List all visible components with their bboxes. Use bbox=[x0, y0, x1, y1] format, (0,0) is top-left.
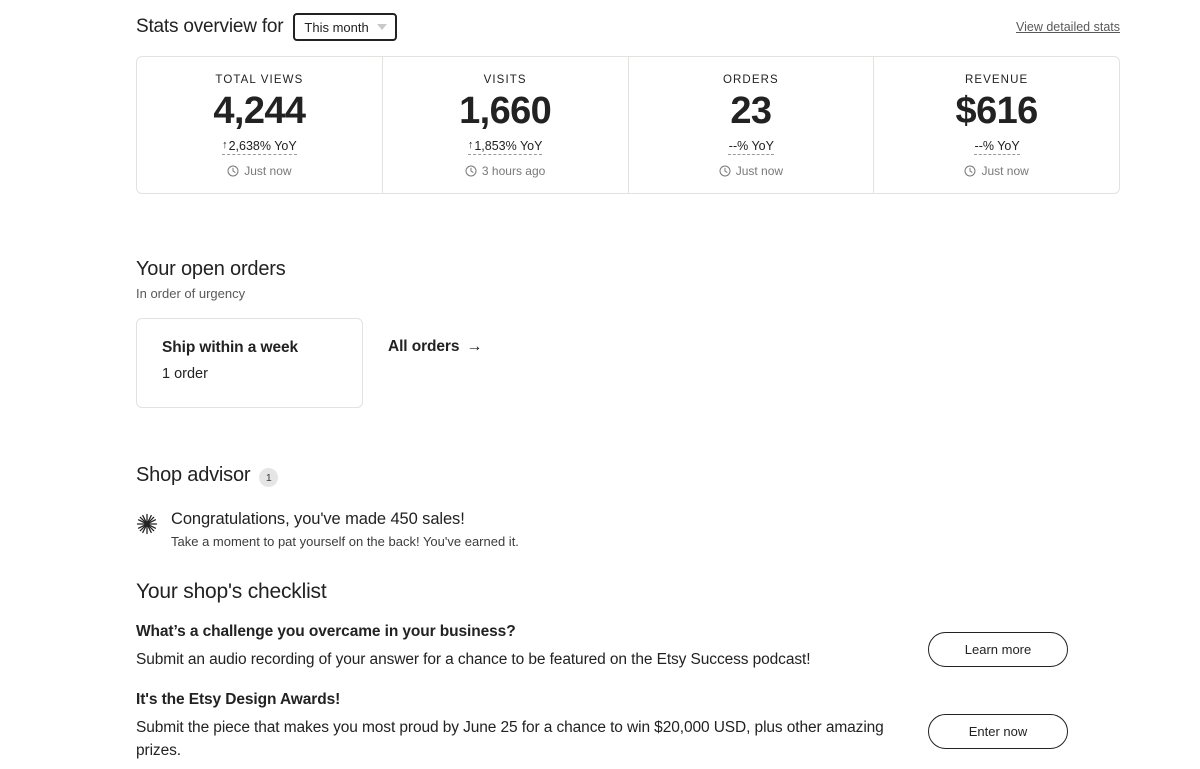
checklist-item-podcast: What’s a challenge you overcame in your … bbox=[136, 623, 916, 672]
shop-advisor-text-group: Congratulations, you've made 450 sales! … bbox=[171, 510, 519, 549]
checklist-item-body: Submit an audio recording of your answer… bbox=[136, 651, 811, 668]
learn-more-button[interactable]: Learn more bbox=[928, 632, 1068, 667]
stat-updated-text: Just now bbox=[981, 163, 1029, 178]
stat-label: VISITS bbox=[483, 74, 527, 86]
stat-updated-text: Just now bbox=[244, 163, 292, 178]
stat-value: 23 bbox=[730, 90, 772, 132]
stat-yoy-text: --% YoY bbox=[974, 138, 1020, 153]
stat-updated: Just now bbox=[719, 164, 783, 178]
stat-label: ORDERS bbox=[722, 74, 779, 86]
all-orders-label: All orders bbox=[388, 338, 460, 355]
all-orders-link[interactable]: All orders → bbox=[388, 338, 482, 356]
arrow-up-icon: ↑ bbox=[467, 138, 474, 151]
clock-icon bbox=[719, 165, 731, 177]
stat-updated: 3 hours ago bbox=[465, 164, 545, 178]
clock-icon bbox=[227, 165, 239, 177]
page-title: Stats overview for bbox=[136, 16, 284, 37]
clock-icon bbox=[964, 165, 976, 177]
stat-yoy[interactable]: --% YoY bbox=[727, 138, 774, 155]
stat-updated: Just now bbox=[964, 163, 1029, 178]
stat-updated-text: Just now bbox=[735, 163, 784, 178]
period-select-value: This month bbox=[304, 19, 369, 35]
stat-value: 1,660 bbox=[459, 90, 552, 132]
stat-card-orders: ORDERS 23 --% YoY Just now bbox=[629, 57, 875, 193]
open-orders-subtitle: In order of urgency bbox=[136, 286, 246, 301]
checklist-item-heading: It's the Etsy Design Awards! bbox=[136, 691, 341, 708]
stat-value: $616 bbox=[955, 90, 1039, 132]
chevron-down-icon bbox=[376, 24, 387, 30]
stat-yoy[interactable]: ↑ 2,638% YoY bbox=[222, 139, 297, 155]
open-orders-title: Your open orders bbox=[136, 258, 286, 280]
stats-overview-header: Stats overview for This month View detai… bbox=[136, 10, 1120, 44]
shop-advisor-subtext: Take a moment to pat yourself on the bac… bbox=[171, 534, 519, 549]
stat-card-revenue: REVENUE $616 --% YoY Just now bbox=[874, 57, 1119, 193]
open-order-card-count: 1 order bbox=[162, 366, 208, 382]
stat-card-visits: VISITS 1,660 ↑ 1,853% YoY 3 hours ago bbox=[383, 57, 629, 193]
stat-yoy-text: --% YoY bbox=[728, 138, 774, 153]
sparkle-icon bbox=[136, 513, 158, 535]
stat-yoy[interactable]: ↑ 1,853% YoY bbox=[467, 138, 543, 155]
shop-advisor-item[interactable]: Congratulations, you've made 450 sales! … bbox=[136, 510, 519, 549]
stats-cards-container: TOTAL VIEWS 4,244 ↑ 2,638% YoY Just now … bbox=[136, 56, 1120, 194]
stat-yoy-text: 2,638% YoY bbox=[228, 138, 297, 153]
stat-updated-text: 3 hours ago bbox=[481, 163, 546, 178]
stat-label: REVENUE bbox=[964, 74, 1029, 86]
view-detailed-stats-link[interactable]: View detailed stats bbox=[1016, 20, 1120, 34]
period-select[interactable]: This month bbox=[293, 13, 397, 41]
shop-advisor-headline: Congratulations, you've made 450 sales! bbox=[171, 510, 465, 528]
checklist-item-body: Submit the piece that makes you most pro… bbox=[136, 719, 884, 759]
stats-overview-title-group: Stats overview for This month bbox=[136, 13, 397, 41]
open-order-card[interactable]: Ship within a week 1 order bbox=[136, 318, 363, 408]
shop-advisor-badge: 1 bbox=[259, 468, 279, 487]
shop-advisor-header: Shop advisor 1 bbox=[136, 464, 279, 487]
checklist-item-design-awards: It's the Etsy Design Awards! Submit the … bbox=[136, 691, 896, 763]
open-order-card-title: Ship within a week bbox=[162, 339, 299, 356]
stat-card-total-views: TOTAL VIEWS 4,244 ↑ 2,638% YoY Just now bbox=[137, 57, 383, 193]
stat-yoy-text: 1,853% YoY bbox=[474, 138, 543, 153]
stat-value: 4,244 bbox=[213, 90, 306, 132]
clock-icon bbox=[465, 165, 477, 177]
enter-now-button[interactable]: Enter now bbox=[928, 714, 1068, 749]
stat-label: TOTAL VIEWS bbox=[215, 74, 304, 86]
checklist-item-heading: What’s a challenge you overcame in your … bbox=[136, 623, 516, 640]
arrow-right-icon: → bbox=[466, 338, 483, 355]
shop-advisor-title: Shop advisor bbox=[136, 464, 251, 486]
checklist-title: Your shop's checklist bbox=[136, 580, 327, 603]
shop-dashboard: Stats overview for This month View detai… bbox=[0, 0, 1200, 769]
stat-updated: Just now bbox=[227, 163, 292, 178]
stat-yoy[interactable]: --% YoY bbox=[973, 138, 1020, 155]
arrow-up-icon: ↑ bbox=[222, 138, 228, 151]
